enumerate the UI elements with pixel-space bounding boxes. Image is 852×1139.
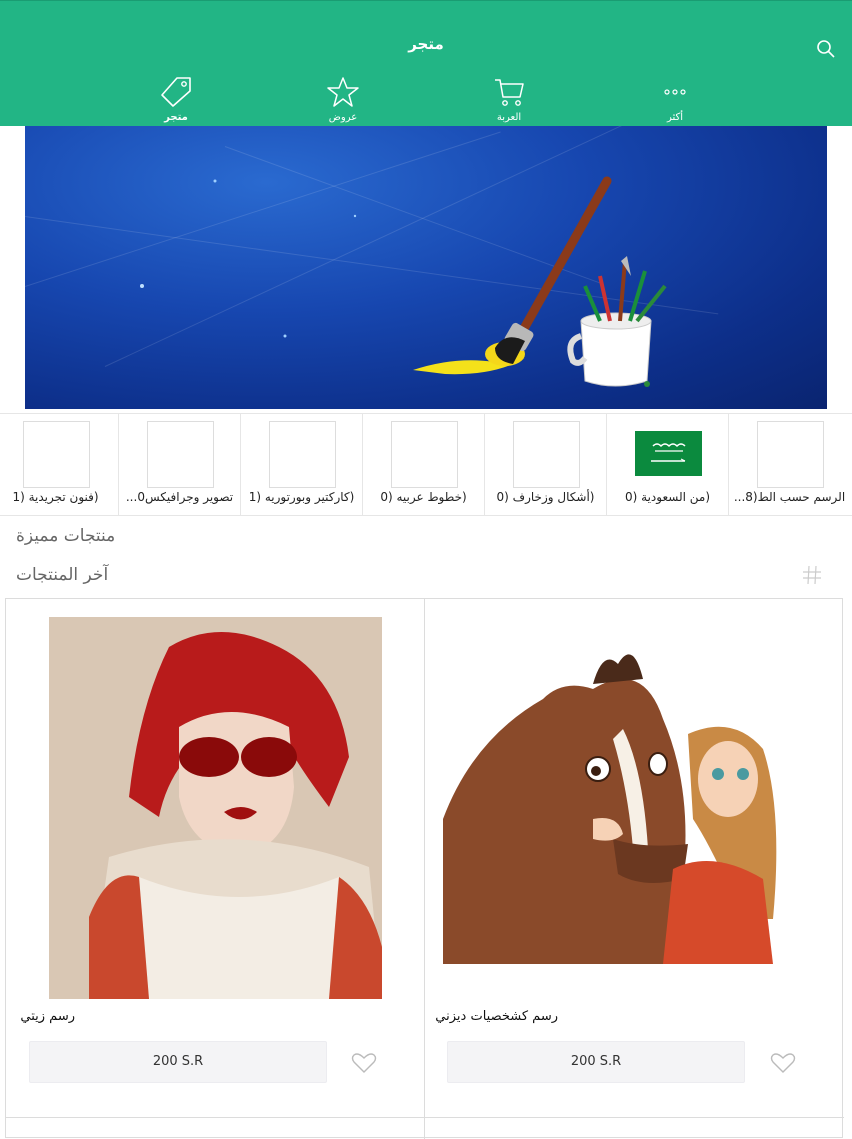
category-item[interactable]: (من السعودية (0 (606, 414, 728, 515)
category-item[interactable]: (خطوط عربيه (0 (362, 414, 484, 515)
category-label: (فنون تجريدية (1 (12, 490, 99, 504)
category-item[interactable]: (فنون تجريدية (1 (0, 414, 116, 515)
tab-store-label: متجر (164, 112, 188, 123)
category-label: (خطوط عربيه (0 (380, 490, 467, 504)
category-thumbnail (23, 421, 90, 488)
saudi-flag-icon (635, 431, 702, 476)
grid-divider (6, 1117, 844, 1118)
category-thumbnail (147, 421, 214, 488)
page-title: متجر (408, 35, 444, 53)
product-name[interactable]: رسم زيتي (20, 1009, 75, 1024)
product-image (443, 619, 783, 964)
cart-icon (495, 79, 524, 106)
tab-offers[interactable]: عروض (308, 75, 378, 123)
product-image (49, 617, 382, 999)
category-label: الرسم حسب الط(8... (733, 490, 846, 504)
tab-offers-label: عروض (328, 112, 358, 123)
category-label: تصوير وجرافيكس0... (125, 490, 234, 504)
heart-icon[interactable] (770, 1052, 796, 1074)
category-item[interactable]: (أشكال وزخارف (0 (484, 414, 606, 515)
latest-products-heading: آخر المنتجات (16, 565, 109, 585)
tab-more[interactable]: أكثر (640, 75, 710, 123)
category-label: (كاركتير وبورتوريه (1 (248, 490, 355, 504)
product-card[interactable]: رسم زيتي 200 S.R (6, 599, 425, 1117)
tab-store[interactable]: متجر (141, 75, 211, 123)
category-thumbnail (757, 421, 824, 488)
category-label: (أشكال وزخارف (0 (496, 490, 595, 504)
category-item[interactable]: (كاركتير وبورتوريه (1 (240, 414, 362, 515)
product-card[interactable]: رسم كشخصيات ديزني 200 S.R (424, 599, 843, 1117)
category-thumbnail (513, 421, 580, 488)
category-strip: (فنون تجريدية (1 تصوير وجرافيكس0... (كار… (0, 413, 852, 516)
category-thumbnail (269, 421, 336, 488)
tag-icon (161, 77, 191, 107)
product-price-button[interactable]: 200 S.R (29, 1041, 327, 1083)
star-icon (327, 77, 359, 107)
tab-more-label: أكثر (666, 112, 684, 123)
category-item[interactable]: تصوير وجرافيكس0... (118, 414, 240, 515)
product-grid: رسم زيتي 200 S.R رسم كشخصيات ديزني 200 S… (5, 598, 844, 1139)
product-name[interactable]: رسم كشخصيات ديزني (435, 1009, 558, 1024)
promo-banner[interactable] (25, 126, 827, 409)
featured-products-heading: منتجات مميزة (16, 526, 116, 546)
paintbrush-illustration (140, 176, 667, 387)
category-item[interactable]: الرسم حسب الط(8... (728, 414, 850, 515)
tab-cart-label: العربة (496, 112, 522, 123)
category-label: (من السعودية (0 (625, 490, 710, 504)
more-icon (664, 89, 686, 95)
heart-icon[interactable] (351, 1052, 377, 1074)
tab-cart[interactable]: العربة (474, 75, 544, 123)
grid-view-icon[interactable] (802, 565, 822, 585)
top-bar: متجر متجر عروض العربة أكثر (0, 0, 852, 126)
category-thumbnail (391, 421, 458, 488)
search-icon[interactable] (816, 39, 836, 59)
product-price-button[interactable]: 200 S.R (447, 1041, 745, 1083)
